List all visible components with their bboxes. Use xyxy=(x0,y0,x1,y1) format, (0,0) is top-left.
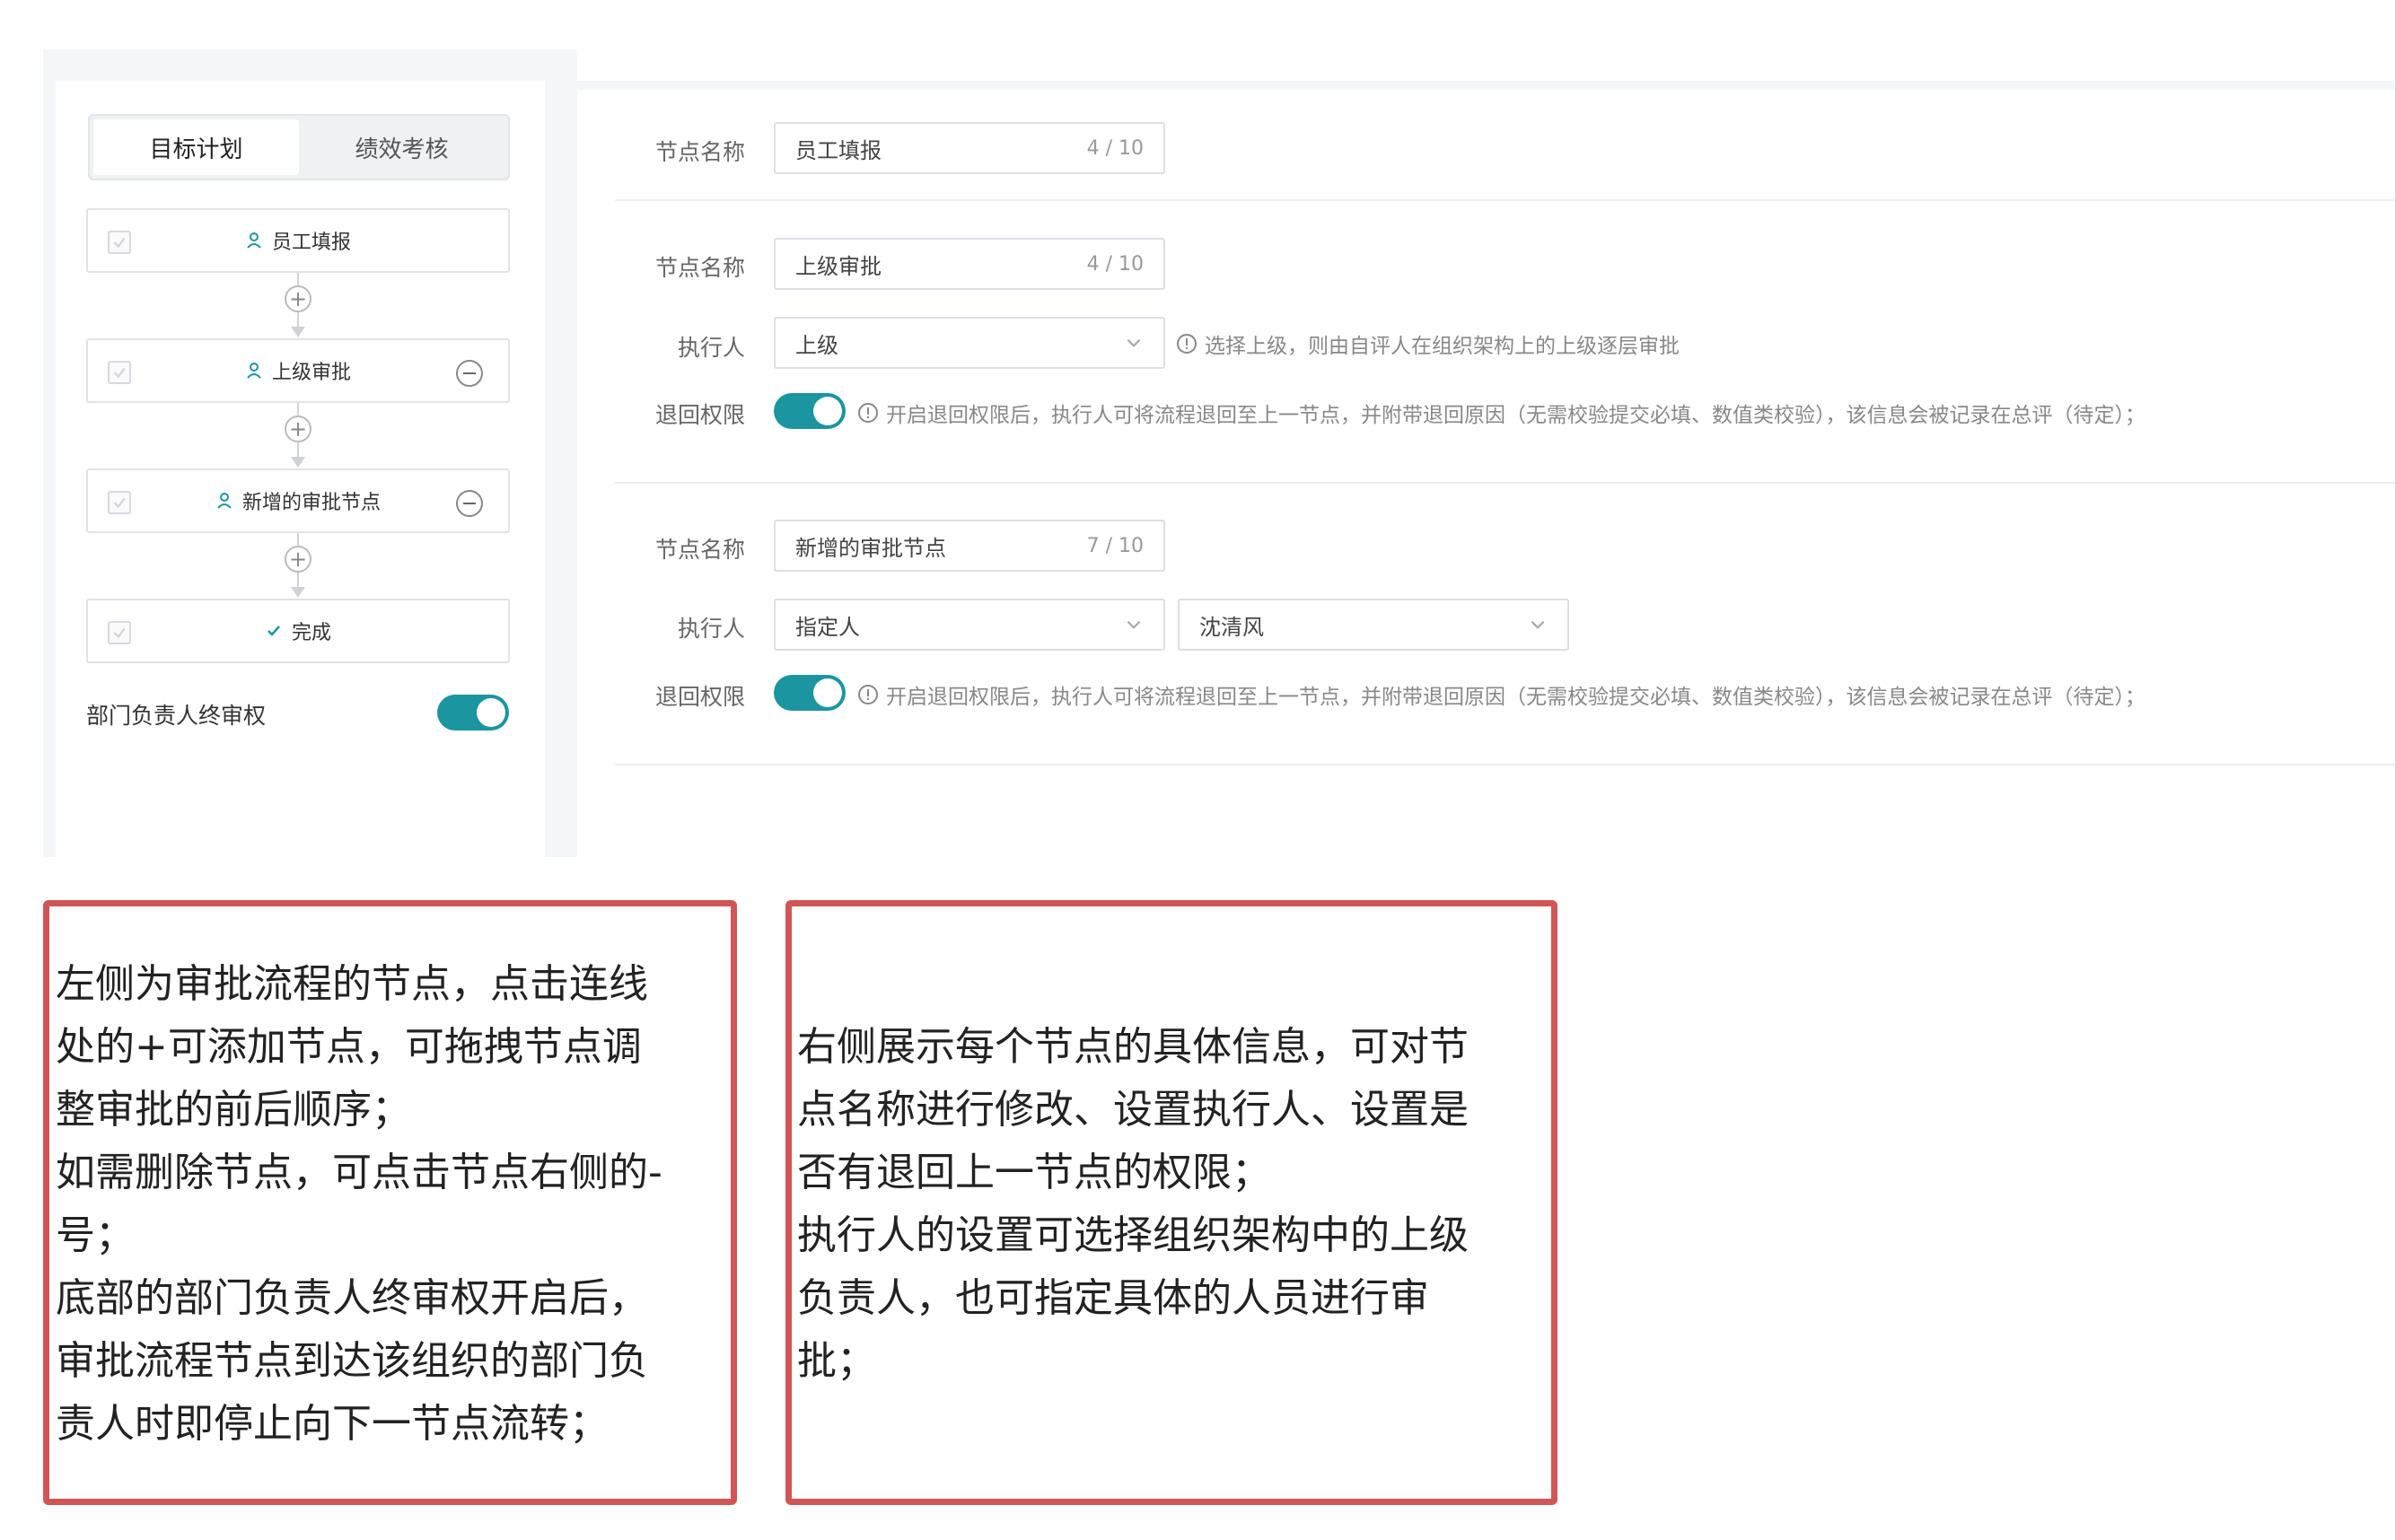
flow-connector: + xyxy=(285,273,311,338)
flow-node-employee-fill[interactable]: 员工填报 xyxy=(86,208,510,273)
dept-final-approval-label: 部门负责人终审权 xyxy=(86,703,267,729)
node-name-input[interactable]: 员工填报 4 / 10 xyxy=(774,122,1165,174)
flow-node-complete[interactable]: 完成 xyxy=(86,599,510,663)
node-name-input[interactable]: 新增的审批节点 7 / 10 xyxy=(774,520,1165,572)
remove-node-icon[interactable] xyxy=(456,360,483,387)
executor-label: 执行人 xyxy=(677,616,745,642)
node-name-label: 节点名称 xyxy=(654,255,745,281)
node-label: 员工填报 xyxy=(271,232,351,254)
flow-connector: + xyxy=(285,403,311,468)
node-name-label: 节点名称 xyxy=(654,139,745,165)
executor-select[interactable]: 上级 xyxy=(774,317,1165,369)
info-icon xyxy=(858,403,878,423)
check-icon xyxy=(113,237,126,249)
annotation-text-right: 右侧展示每个节点的具体信息，可对节 点名称进行修改、设置执行人、设置是 否有退回… xyxy=(797,1024,1469,1384)
node-label: 上级审批 xyxy=(271,362,351,384)
return-permission-toggle[interactable] xyxy=(774,675,846,711)
user-icon xyxy=(217,493,232,509)
check-icon xyxy=(268,626,280,636)
person-select[interactable]: 沈清风 xyxy=(1178,599,1569,651)
remove-node-icon[interactable] xyxy=(456,490,483,517)
check-icon xyxy=(113,367,126,379)
annotation-text-left: 左侧为审批流程的节点，点击连线 处的+可添加节点，可拖拽节点调 整审批的前后顺序… xyxy=(56,961,662,1447)
return-permission-label: 退回权限 xyxy=(654,402,745,428)
node-checkbox[interactable] xyxy=(108,231,131,254)
return-permission-toggle[interactable] xyxy=(774,393,846,429)
char-count: 7 / 10 xyxy=(1086,534,1144,557)
user-icon xyxy=(247,363,261,379)
chevron-down-icon xyxy=(1127,338,1141,347)
info-icon xyxy=(1177,334,1197,354)
char-count: 4 / 10 xyxy=(1086,252,1144,276)
right-panel-top-border xyxy=(577,81,2395,90)
chevron-down-icon xyxy=(1531,620,1545,629)
tab-bar: 目标计划 绩效考核 xyxy=(88,114,510,180)
check-icon xyxy=(113,497,126,509)
info-icon xyxy=(858,685,878,704)
dept-final-approval-toggle[interactable] xyxy=(437,695,509,731)
executor-hint: 选择上级，则由自评人在组织架构上的上级逐层审批 xyxy=(1176,328,1680,359)
tab-goal-plan[interactable]: 目标计划 xyxy=(93,119,299,175)
node-checkbox[interactable] xyxy=(108,361,131,384)
add-node-button[interactable]: + xyxy=(285,416,311,442)
node-checkbox[interactable] xyxy=(108,621,131,644)
return-permission-label: 退回权限 xyxy=(654,684,745,710)
executor-label: 执行人 xyxy=(677,335,745,361)
section-divider xyxy=(615,764,2395,766)
flow-node-new-approval[interactable]: 新增的审批节点 xyxy=(86,468,510,533)
return-permission-hint: 开启退回权限后，执行人可将流程退回至上一节点，并附带退回原因（无需校验提交必填、… xyxy=(857,679,2145,710)
add-node-button[interactable]: + xyxy=(285,285,311,312)
chevron-down-icon xyxy=(1127,620,1141,629)
add-node-button[interactable]: + xyxy=(285,546,311,573)
node-name-label: 节点名称 xyxy=(654,537,745,563)
executor-select[interactable]: 指定人 xyxy=(774,599,1165,651)
section-divider xyxy=(615,199,2395,201)
node-checkbox[interactable] xyxy=(108,491,131,514)
section-divider xyxy=(615,482,2395,484)
node-label: 新增的审批节点 xyxy=(241,492,381,514)
node-name-input[interactable]: 上级审批 4 / 10 xyxy=(774,238,1165,290)
user-icon xyxy=(247,232,261,249)
flow-connector: + xyxy=(285,533,311,599)
node-label: 完成 xyxy=(291,622,331,644)
flow-node-superior-approval[interactable]: 上级审批 xyxy=(86,338,510,403)
return-permission-hint: 开启退回权限后，执行人可将流程退回至上一节点，并附带退回原因（无需校验提交必填、… xyxy=(857,398,2145,428)
tab-performance-review[interactable]: 绩效考核 xyxy=(299,119,504,175)
char-count: 4 / 10 xyxy=(1086,136,1144,160)
check-icon xyxy=(113,627,126,639)
